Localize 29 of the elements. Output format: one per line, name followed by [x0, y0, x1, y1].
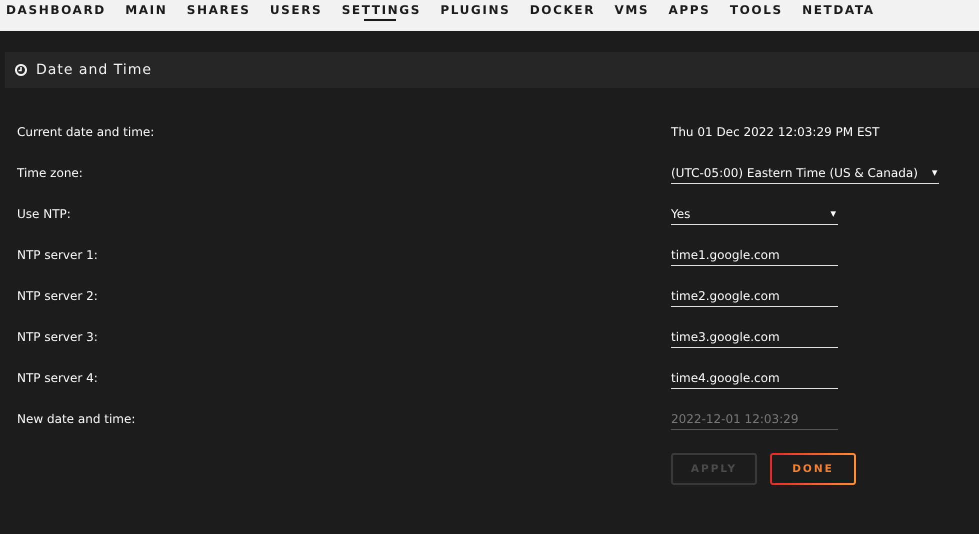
nav-tab[interactable]: TOOLS [730, 0, 783, 28]
nav-tab[interactable]: DOCKER [530, 0, 596, 28]
done-button[interactable]: DONE [770, 453, 856, 485]
field-label: New date and time: [17, 411, 136, 428]
field-label: Time zone: [17, 165, 84, 182]
nav-tab[interactable]: APPS [668, 0, 710, 28]
field-label: Current date and time: [17, 124, 156, 141]
select-field[interactable]: Yes ▾ [671, 197, 838, 225]
nav-tab[interactable]: NETDATA [802, 0, 875, 28]
field-label: NTP server 1: [17, 247, 99, 264]
nav-tab[interactable]: SETTINGS [342, 0, 421, 28]
clock-icon [15, 64, 27, 76]
input-field[interactable]: time4.google.com [671, 361, 838, 389]
field-label: Use NTP: [17, 206, 72, 223]
field-label: NTP server 2: [17, 288, 99, 305]
date-time-text: Thu 01 Dec 2022 12:03:29 PM EST [671, 124, 880, 141]
input-field[interactable]: time2.google.com [671, 279, 838, 307]
nav-tab[interactable]: PLUGINS [440, 0, 510, 28]
nav-tab[interactable]: USERS [270, 0, 322, 28]
input-field[interactable]: time3.google.com [671, 320, 838, 348]
field-label: NTP server 4: [17, 370, 99, 387]
select-field[interactable]: (UTC-05:00) Eastern Time (US & Canada) ▾ [671, 156, 940, 184]
nav-tab[interactable]: MAIN [125, 0, 168, 28]
input-field[interactable]: time1.google.com [671, 238, 838, 266]
nav-tab[interactable]: SHARES [186, 0, 250, 28]
nav-tab[interactable]: VMS [614, 0, 650, 28]
nav-tab[interactable]: DASHBOARD [6, 0, 106, 28]
field-label: NTP server 3: [17, 329, 99, 346]
panel-title: Date and Time [36, 62, 152, 78]
